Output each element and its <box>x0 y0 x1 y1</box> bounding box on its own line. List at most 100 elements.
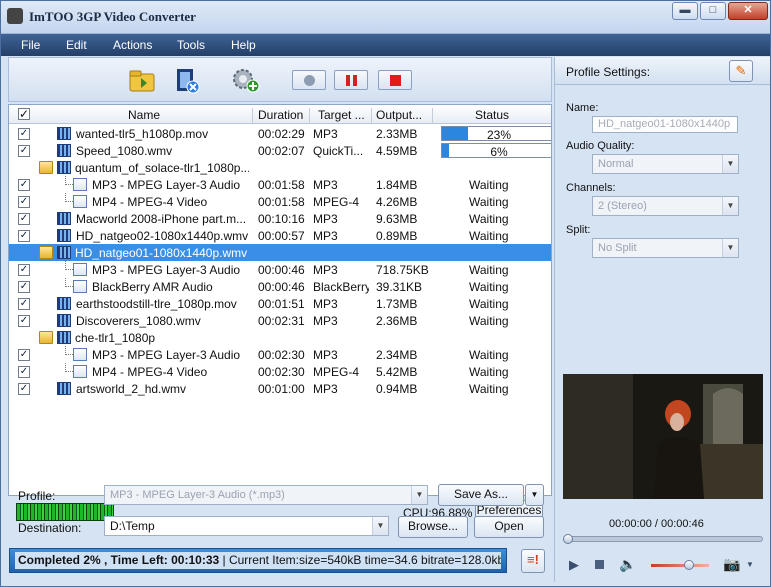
pause-button[interactable] <box>334 70 368 90</box>
column-target[interactable]: Target ... <box>318 108 365 122</box>
add-profile-icon[interactable] <box>229 66 261 94</box>
browse-button[interactable]: Browse... <box>398 516 468 538</box>
audio-icon <box>73 178 87 191</box>
table-row[interactable]: ✓ MP4 - MPEG-4 Video 00:01:58 MPEG-4 4.26MB W… <box>9 193 551 210</box>
row-output: 718.75KB <box>376 263 429 277</box>
row-checkbox[interactable]: ✓ <box>18 230 30 242</box>
row-checkbox[interactable]: ✓ <box>18 128 30 140</box>
split-select[interactable]: No Split ▼ <box>592 238 739 258</box>
table-row[interactable]: ✓ Macworld 2008-iPhone part.m... 00:10:16 M… <box>9 210 551 227</box>
row-checkbox[interactable]: ✓ <box>18 383 30 395</box>
save-as-button[interactable]: Save As... <box>438 484 524 506</box>
table-row[interactable]: HD_natgeo01-1080x1440p.wmv <box>9 244 551 261</box>
row-name: earthstoodstill-tlre_1080p.mov <box>76 297 237 311</box>
column-output[interactable]: Output... <box>376 108 422 122</box>
menu-tools[interactable]: Tools <box>177 38 205 52</box>
menu-help[interactable]: Help <box>231 38 256 52</box>
column-name[interactable]: Name <box>128 108 160 122</box>
edit-settings-button[interactable]: ✎ <box>729 60 753 82</box>
stop-play-icon[interactable] <box>595 560 604 569</box>
channels-select[interactable]: 2 (Stereo) ▼ <box>592 196 739 216</box>
menu-actions[interactable]: Actions <box>113 38 152 52</box>
table-row[interactable]: che-tlr1_1080p <box>9 329 551 346</box>
row-output: 0.89MB <box>376 229 418 243</box>
table-row[interactable]: ✓ Speed_1080.wmv 00:02:07 QuickTi... 4.59MB 6… <box>9 142 551 159</box>
row-progress-bar: 23% <box>441 126 551 142</box>
row-checkbox[interactable]: ✓ <box>18 196 30 208</box>
row-checkbox[interactable]: ✓ <box>18 264 30 276</box>
close-button[interactable]: ✕ <box>728 2 768 20</box>
seek-handle[interactable] <box>563 534 573 544</box>
row-checkbox[interactable]: ✓ <box>18 213 30 225</box>
row-output: 5.42MB <box>376 365 418 379</box>
row-name: MP3 - MPEG Layer-3 Audio <box>92 178 241 192</box>
row-checkbox[interactable]: ✓ <box>18 298 30 310</box>
column-status[interactable]: Status <box>475 108 509 122</box>
add-file-icon[interactable] <box>127 66 159 94</box>
log-button[interactable]: ≡! <box>521 549 545 573</box>
snapshot-dropdown[interactable]: ▼ <box>746 560 754 569</box>
volume-icon[interactable]: 🔈 <box>619 556 636 573</box>
add-video-icon[interactable] <box>171 66 203 94</box>
destination-field[interactable]: D:\Temp ▼ <box>104 516 389 536</box>
row-duration: 00:02:30 <box>258 348 305 362</box>
row-status: Waiting <box>469 297 509 311</box>
menu-file[interactable]: File <box>21 38 40 52</box>
seek-slider[interactable] <box>563 536 763 542</box>
profile-select[interactable]: MP3 - MPEG Layer-3 Audio (*.mp3) ▼ <box>104 485 428 505</box>
channels-value: 2 (Stereo) <box>598 200 647 212</box>
row-checkbox[interactable]: ✓ <box>18 349 30 361</box>
destination-value: D:\Temp <box>110 519 155 533</box>
row-duration: 00:01:58 <box>258 195 305 209</box>
row-duration: 00:02:30 <box>258 365 305 379</box>
row-target: MP3 <box>313 382 338 396</box>
table-row[interactable]: ✓ HD_natgeo02-1080x1440p.wmv 00:00:57 MP3 0.… <box>9 227 551 244</box>
table-row[interactable]: ✓ artsworld_2_hd.wmv 00:01:00 MP3 0.94MB Wait… <box>9 380 551 397</box>
app-icon <box>7 8 23 24</box>
window-title: ImTOO 3GP Video Converter <box>29 9 196 24</box>
row-status: Waiting <box>469 280 509 294</box>
table-row[interactable]: ✓ BlackBerry AMR Audio 00:00:46 BlackBerry 3… <box>9 278 551 295</box>
record-button[interactable] <box>292 70 326 90</box>
volume-handle[interactable] <box>683 560 694 570</box>
open-button[interactable]: Open <box>474 516 544 538</box>
table-row[interactable]: ✓ Discoverers_1080.wmv 00:02:31 MP3 2.36MB Wa… <box>9 312 551 329</box>
film-icon <box>57 331 71 344</box>
menu-edit[interactable]: Edit <box>66 38 87 52</box>
volume-slider[interactable] <box>651 564 709 567</box>
audio-quality-select[interactable]: Normal ▼ <box>592 154 739 174</box>
maximize-button[interactable]: □ <box>700 2 726 20</box>
row-checkbox[interactable]: ✓ <box>18 145 30 157</box>
table-row[interactable]: ✓ MP3 - MPEG Layer-3 Audio 00:00:46 MP3 718.… <box>9 261 551 278</box>
row-output: 9.63MB <box>376 212 418 226</box>
audio-icon <box>73 263 87 276</box>
play-icon[interactable]: ▶ <box>569 557 579 573</box>
chevron-down-icon: ▼ <box>722 239 738 257</box>
column-duration[interactable]: Duration <box>258 108 303 122</box>
save-as-dropdown[interactable]: ▼ <box>525 484 544 506</box>
table-row[interactable]: ✓ MP4 - MPEG-4 Video 00:02:30 MPEG-4 5.42MB W… <box>9 363 551 380</box>
minimize-button[interactable]: ▬ <box>672 2 698 20</box>
row-checkbox[interactable]: ✓ <box>18 315 30 327</box>
row-target: MPEG-4 <box>313 365 360 379</box>
row-name: wanted-tlr5_h1080p.mov <box>76 127 209 141</box>
table-row[interactable]: quantum_of_solace-tlr1_1080p... <box>9 159 551 176</box>
film-icon <box>57 144 71 157</box>
table-row[interactable]: ✓ MP3 - MPEG Layer-3 Audio 00:02:30 MP3 2.34… <box>9 346 551 363</box>
row-checkbox[interactable]: ✓ <box>18 366 30 378</box>
row-output: 4.59MB <box>376 144 418 158</box>
snapshot-icon[interactable]: 📷 <box>723 556 740 573</box>
table-row[interactable]: ✓ earthstoodstill-tlre_1080p.mov 00:01:51 M… <box>9 295 551 312</box>
audio-quality-label: Audio Quality: <box>566 140 635 152</box>
row-checkbox[interactable]: ✓ <box>18 179 30 191</box>
record-icon <box>304 75 315 86</box>
table-row[interactable]: ✓ wanted-tlr5_h1080p.mov 00:02:29 MP3 2.33MB… <box>9 125 551 142</box>
select-all-checkbox[interactable]: ✓ <box>18 108 30 120</box>
row-target: BlackBerry <box>313 280 369 294</box>
name-field[interactable]: HD_natgeo01-1080x1440p <box>592 116 738 133</box>
row-target: MP3 <box>313 229 338 243</box>
table-row[interactable]: ✓ MP3 - MPEG Layer-3 Audio 00:01:58 MP3 1.84… <box>9 176 551 193</box>
stop-button[interactable] <box>378 70 412 90</box>
player-time: 00:00:00 / 00:00:46 <box>609 518 704 530</box>
row-checkbox[interactable]: ✓ <box>18 281 30 293</box>
